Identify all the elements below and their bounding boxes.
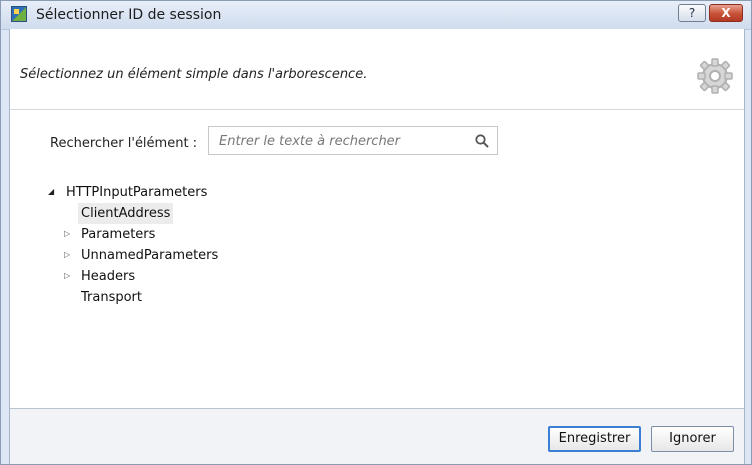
dialog-window: Sélectionner ID de session ? X Sélection… [0,0,752,465]
search-box[interactable] [208,126,498,156]
search-icon[interactable] [475,134,489,148]
search-input[interactable] [209,127,471,156]
help-button[interactable]: ? [678,4,706,22]
dialog-header: Sélectionnez un élément simple dans l'ar… [10,29,744,110]
tree-item-label[interactable]: UnnamedParameters [81,245,218,266]
title-bar: Sélectionner ID de session ? X [1,1,751,30]
tree-item-label[interactable]: Transport [81,287,142,308]
save-button[interactable]: Enregistrer [548,426,641,452]
expand-icon[interactable]: ▷ [64,251,72,259]
expand-icon[interactable]: ▷ [64,272,72,280]
tree-root-label[interactable]: HTTPInputParameters [66,182,207,203]
window-title: Sélectionner ID de session [36,7,222,23]
window-controls: ? X [678,4,743,22]
dialog-footer: Enregistrer Ignorer [10,408,744,464]
settings-icon [697,58,733,94]
tree-item-label[interactable]: Headers [81,266,135,287]
collapse-icon[interactable]: ◢ [48,188,56,196]
expand-icon[interactable]: ▷ [64,230,72,238]
dialog-content: Sélectionnez un élément simple dans l'ar… [9,29,745,464]
tree-item-label[interactable]: Parameters [81,224,155,245]
app-icon [11,6,27,22]
close-button[interactable]: X [709,4,743,22]
instruction-text: Sélectionnez un élément simple dans l'ar… [20,67,368,82]
cancel-button[interactable]: Ignorer [651,426,734,452]
tree-item-label[interactable]: ClientAddress [78,203,174,224]
search-label: Rechercher l'élément : [50,136,198,151]
